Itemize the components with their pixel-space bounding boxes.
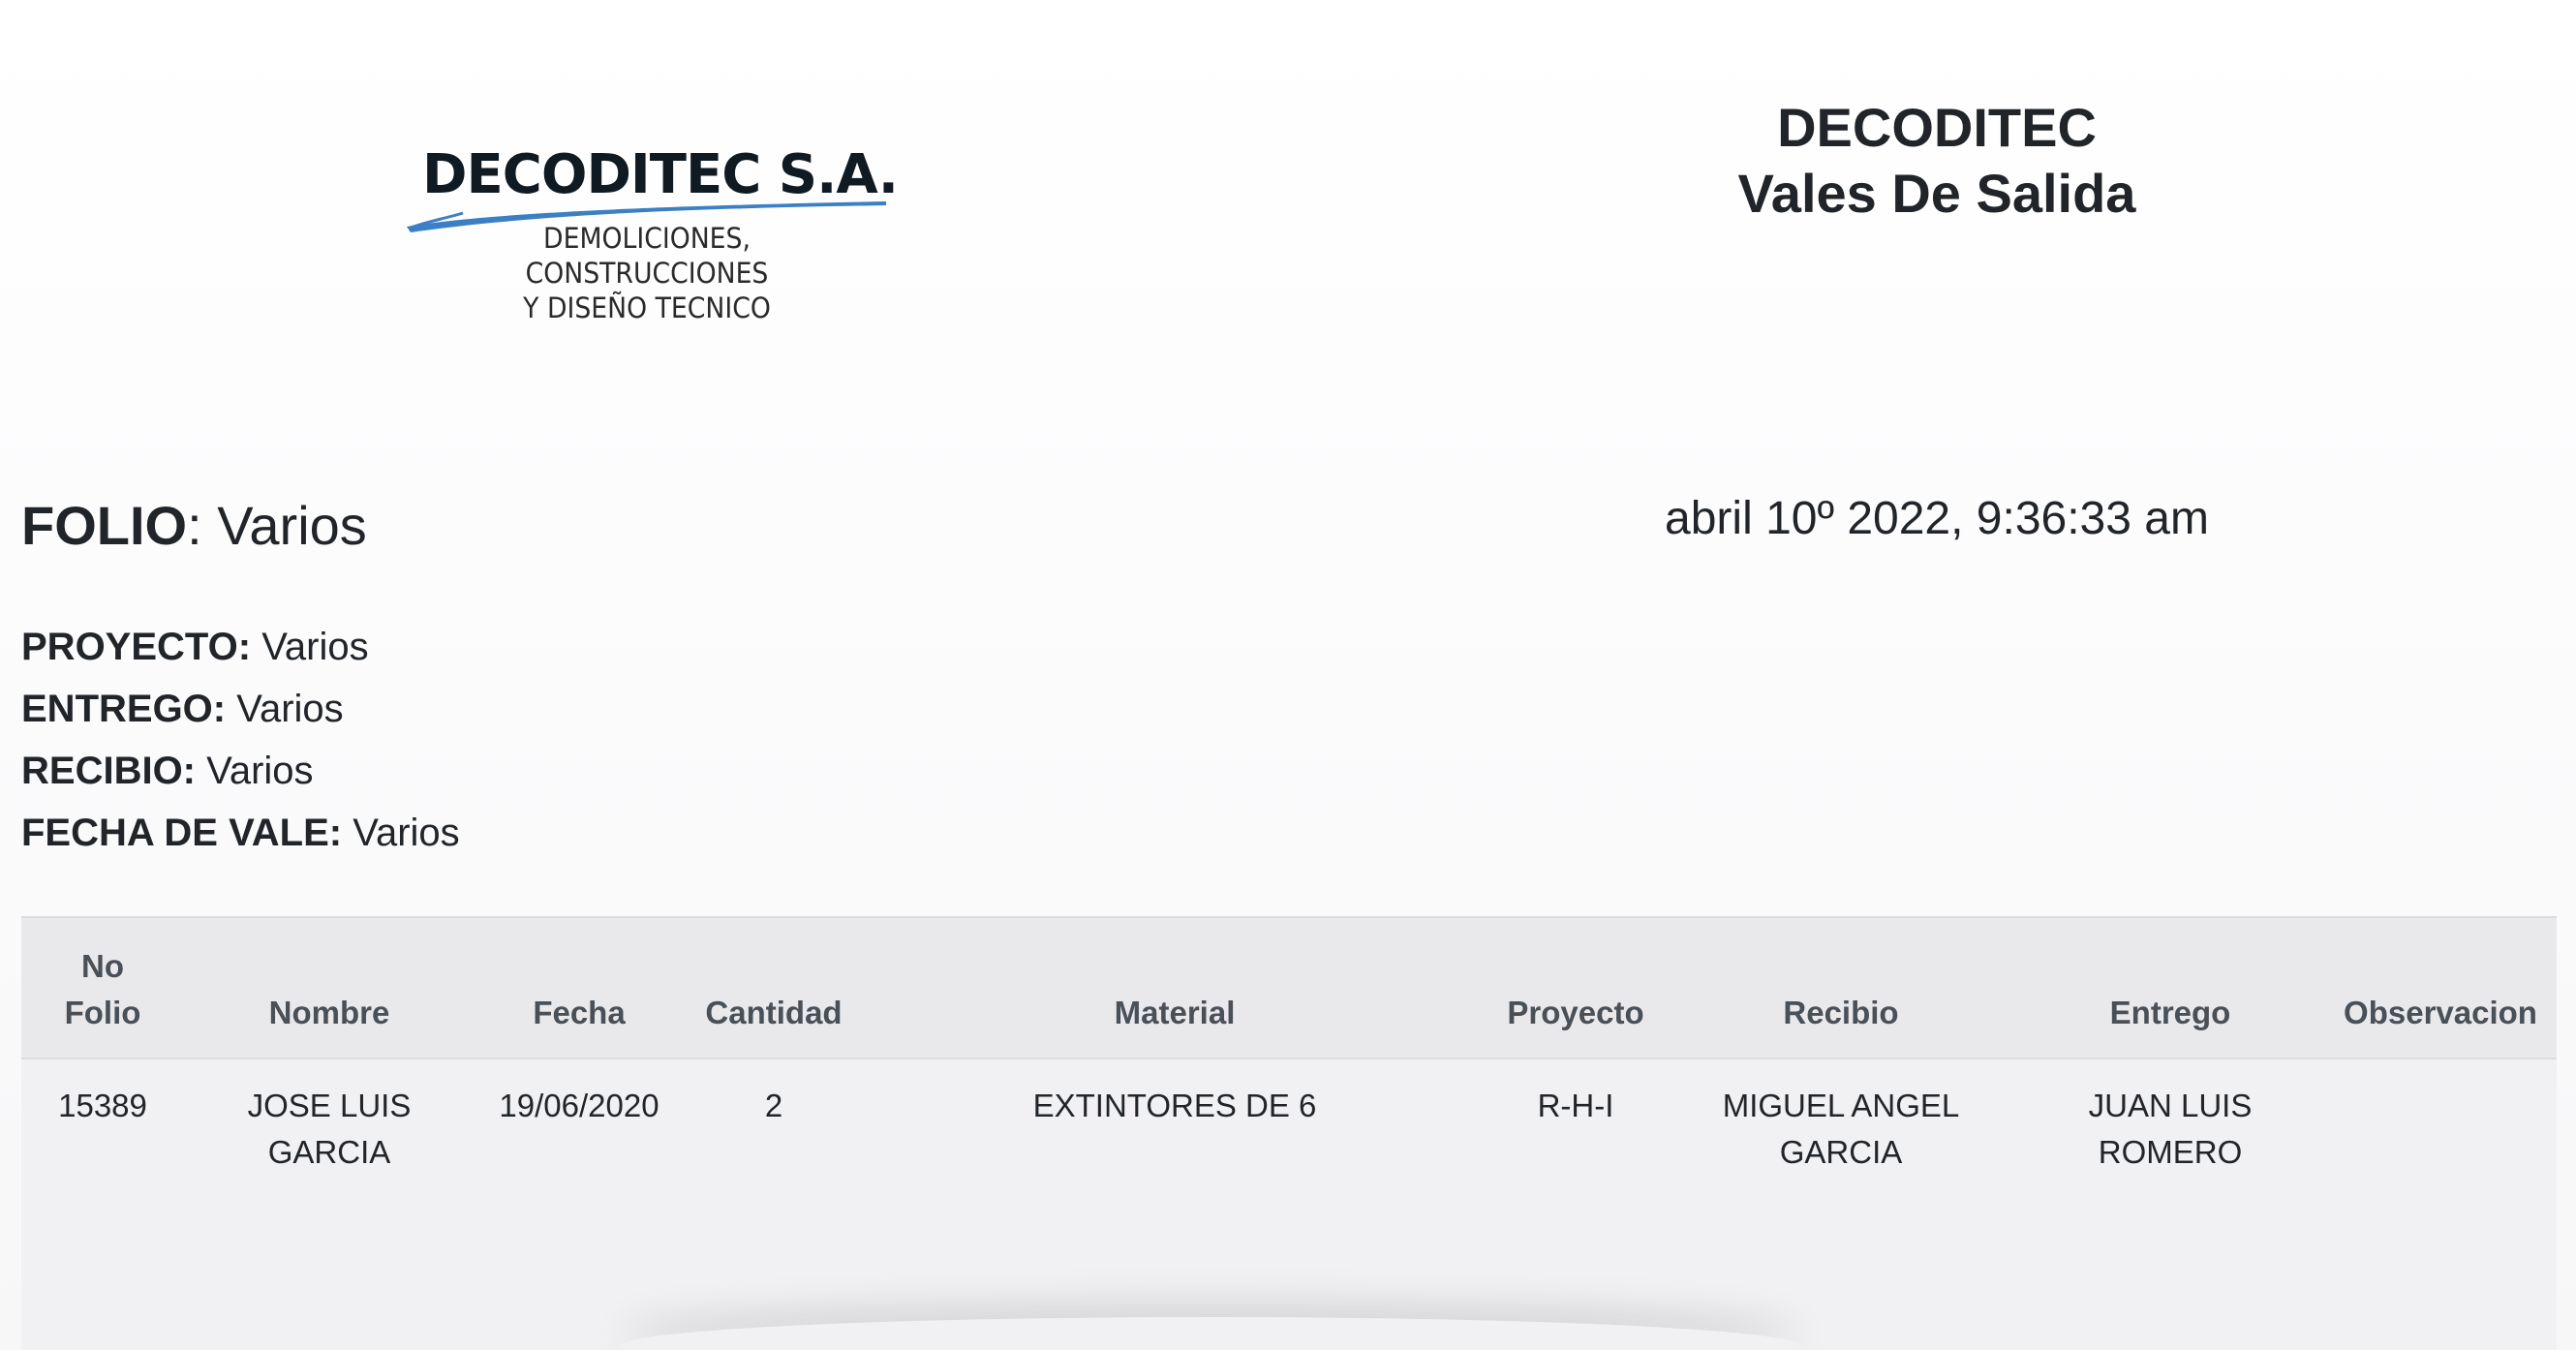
cell-line: ROMERO [2098, 1134, 2243, 1170]
column-header-nombre[interactable]: Nombre [184, 916, 475, 1059]
meta-value: Varios [226, 688, 344, 730]
column-header-material[interactable]: Material [864, 916, 1486, 1059]
table-header: No Folio Nombre Fecha Cantidad Material … [21, 916, 2557, 1059]
cell-line: GARCIA [1779, 1134, 1903, 1170]
column-header-line: No [81, 948, 124, 984]
meta-recibio: RECIBIO: Varios [21, 740, 460, 802]
column-header-proyecto[interactable]: Proyecto [1486, 916, 1666, 1059]
meta-entrego: ENTREGO: Varios [21, 678, 460, 740]
meta-fields: PROYECTO: Varios ENTREGO: Varios RECIBIO… [21, 616, 460, 864]
report-timestamp: abril 10º 2022, 9:36:33 am [1665, 493, 2209, 544]
column-header-fecha[interactable]: Fecha [475, 916, 684, 1059]
cell-cantidad: 2 [764, 1088, 783, 1123]
folio-label: FOLIO [21, 495, 188, 556]
cell-observacion [2324, 1059, 2557, 1176]
meta-label: PROYECTO: [21, 626, 252, 668]
column-header-observacion[interactable]: Observacion [2324, 916, 2557, 1059]
column-header-cantidad[interactable]: Cantidad [684, 916, 864, 1059]
company-logo: DECODITEC S.A. DEMOLICIONES, CONSTRUCCIO… [405, 136, 899, 324]
table-body: 15389 JOSE LUIS GARCIA 19/06/2020 2 EXTI… [21, 1059, 2557, 1176]
column-header-no-folio[interactable]: No Folio [21, 916, 184, 1059]
cell-line: GARCIA [267, 1134, 391, 1170]
meta-fecha-de-vale: FECHA DE VALE: Varios [21, 802, 460, 864]
meta-value: Varios [251, 626, 369, 668]
cell-line: JUAN LUIS [2088, 1088, 2253, 1123]
cell-line: JOSE LUIS [247, 1088, 412, 1123]
meta-label: ENTREGO: [21, 688, 227, 730]
column-header-recibio[interactable]: Recibio [1666, 916, 2016, 1059]
meta-proyecto: PROYECTO: Varios [21, 616, 460, 678]
cell-nombre: JOSE LUIS GARCIA [184, 1059, 475, 1176]
cell-entrego: JUAN LUIS ROMERO [2016, 1059, 2324, 1176]
vales-table-container: No Folio Nombre Fecha Cantidad Material … [21, 916, 2557, 1350]
logo-subtitle-line1: DEMOLICIONES, CONSTRUCCIONES [525, 222, 769, 290]
company-name: DECODITEC [1777, 97, 2097, 158]
logo-subtitle: DEMOLICIONES, CONSTRUCCIONES Y DISEÑO TE… [424, 221, 870, 325]
folio-line: FOLIO: Varios [21, 494, 367, 557]
table-row: 15389 JOSE LUIS GARCIA 19/06/2020 2 EXTI… [21, 1059, 2557, 1176]
cell-line: MIGUEL ANGEL [1722, 1088, 1960, 1123]
cell-proyecto: R-H-I [1537, 1088, 1614, 1123]
cell-no-folio: 15389 [58, 1088, 147, 1123]
meta-label: FECHA DE VALE: [21, 812, 343, 854]
report-page: DECODITEC S.A. DEMOLICIONES, CONSTRUCCIO… [0, 0, 2576, 1350]
logo-subtitle-line2: Y DISEÑO TECNICO [523, 291, 771, 324]
document-heading: DECODITEC Vales De Salida [1646, 95, 2227, 227]
column-header-entrego[interactable]: Entrego [2016, 916, 2324, 1059]
document-title: Vales De Salida [1737, 163, 2136, 224]
table-header-row: No Folio Nombre Fecha Cantidad Material … [21, 916, 2557, 1059]
meta-value: Varios [196, 750, 314, 792]
cell-material: EXTINTORES DE 6 [1032, 1088, 1317, 1123]
cell-fecha: 19/06/2020 [499, 1088, 659, 1123]
folio-value: : Varios [187, 495, 367, 556]
cell-recibio: MIGUEL ANGEL GARCIA [1666, 1059, 2016, 1176]
vales-table: No Folio Nombre Fecha Cantidad Material … [21, 916, 2557, 1176]
meta-value: Varios [342, 812, 460, 854]
column-header-line: Folio [64, 995, 141, 1030]
meta-label: RECIBIO: [21, 750, 196, 792]
